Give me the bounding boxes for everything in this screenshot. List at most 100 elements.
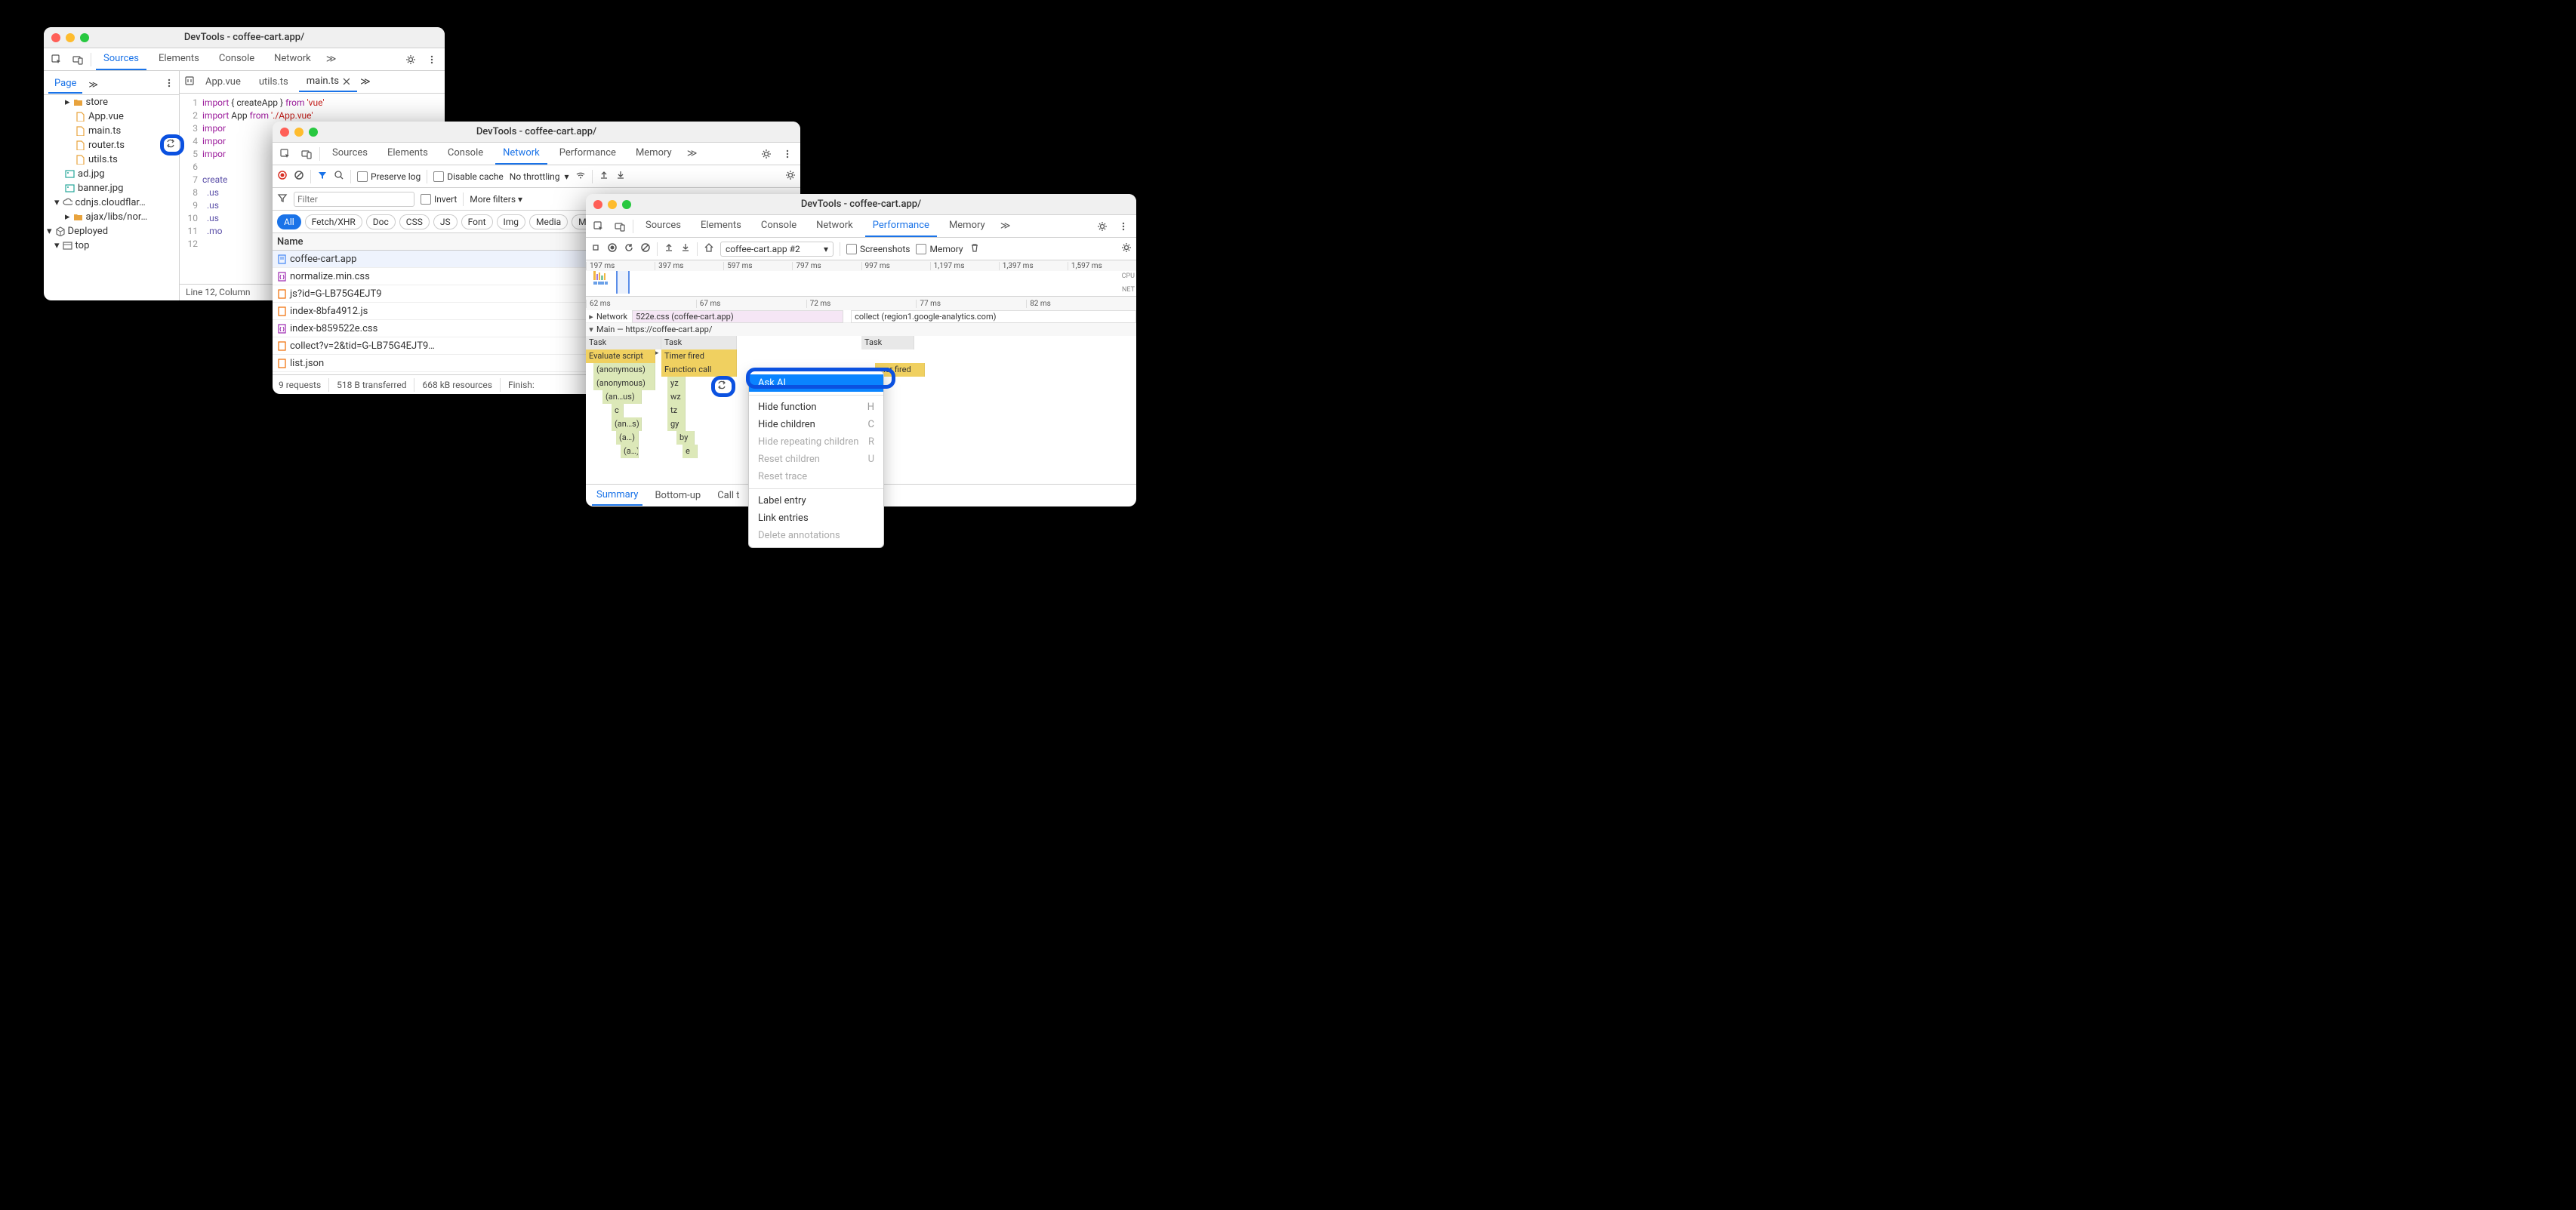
traffic-lights[interactable] <box>280 128 318 137</box>
tab-elements[interactable]: Elements <box>151 48 207 70</box>
flame-wz[interactable]: wz <box>667 390 686 404</box>
tab-sources[interactable]: Sources <box>96 48 146 70</box>
tree-file-router[interactable]: router.ts <box>44 138 179 152</box>
filter-icon[interactable] <box>277 192 288 205</box>
device-icon[interactable] <box>612 218 628 235</box>
more-tabs-icon[interactable]: ≫ <box>360 76 371 88</box>
tree-file-ad[interactable]: ad.jpg <box>44 167 179 181</box>
tab-sources[interactable]: Sources <box>638 215 689 237</box>
tree-file-utils[interactable]: utils.ts <box>44 152 179 167</box>
trash-icon[interactable] <box>969 242 980 255</box>
tree-file-app[interactable]: App.vue <box>44 109 179 124</box>
context-link-entries[interactable]: Link entries <box>749 510 883 527</box>
filter-icon[interactable] <box>317 170 328 183</box>
time-ruler[interactable]: 62 ms67 ms72 ms77 ms82 ms <box>586 297 1136 310</box>
chip-media[interactable]: Media <box>529 214 568 229</box>
more-tabs-icon[interactable]: ≫ <box>323 51 340 68</box>
chip-css[interactable]: CSS <box>399 214 430 229</box>
flame-a[interactable]: (a…) <box>621 445 639 458</box>
record-icon[interactable] <box>590 242 601 255</box>
tab-network[interactable]: Network <box>267 48 319 70</box>
inspect-icon[interactable] <box>277 146 294 162</box>
download-icon[interactable] <box>680 242 691 255</box>
flame-ans[interactable]: (an…s) <box>612 417 642 431</box>
maximize-icon[interactable] <box>622 200 631 209</box>
chip-img[interactable]: Img <box>497 214 526 229</box>
tab-performance[interactable]: Performance <box>552 143 624 165</box>
chip-js[interactable]: JS <box>433 214 458 229</box>
minimize-icon[interactable] <box>66 33 75 42</box>
download-icon[interactable] <box>615 170 626 183</box>
more-icon[interactable] <box>1115 218 1132 235</box>
sidebar-tab-page[interactable]: Page <box>48 75 82 94</box>
gear-icon[interactable] <box>1121 242 1132 255</box>
more-icon[interactable] <box>164 78 174 91</box>
titlebar[interactable]: DevTools - coffee-cart.app/ <box>586 194 1136 215</box>
inspect-icon[interactable] <box>590 218 607 235</box>
main-track-header[interactable]: ▾ Main — https://coffee-cart.app/ <box>586 323 1136 336</box>
titlebar[interactable]: DevTools - coffee-cart.app/ <box>44 27 445 48</box>
overview-minimap[interactable]: 197 ms397 ms597 ms797 ms997 ms1,197 ms1,… <box>586 260 1136 297</box>
upload-icon[interactable] <box>664 242 674 255</box>
device-icon[interactable] <box>298 146 315 162</box>
context-hide-children[interactable]: Hide childrenC <box>749 416 883 433</box>
more-icon[interactable] <box>779 146 796 162</box>
throttling-select[interactable]: No throttling ▾ <box>510 171 569 182</box>
record-dot-icon[interactable] <box>607 242 618 255</box>
flame-task[interactable]: Task <box>661 336 737 349</box>
tab-sources[interactable]: Sources <box>325 143 375 165</box>
tab-console[interactable]: Console <box>753 215 804 237</box>
maximize-icon[interactable] <box>80 33 89 42</box>
flame-anon-short[interactable]: (an…us) <box>602 390 642 404</box>
traffic-lights[interactable] <box>51 33 89 42</box>
perf-tab-summary[interactable]: Summary <box>592 485 642 506</box>
flame-yz[interactable]: yz <box>667 377 686 390</box>
more-tabs-icon[interactable]: ≫ <box>997 218 1014 235</box>
tree-folder-store[interactable]: ▸ store <box>44 95 179 109</box>
screenshots-checkbox[interactable]: Screenshots <box>846 244 910 254</box>
tree-folder-cdnjs[interactable]: ▾ cdnjs.cloudflar… <box>44 196 179 210</box>
tree-file-main[interactable]: main.ts <box>44 124 179 138</box>
toggle-navigator-icon[interactable] <box>184 75 195 89</box>
chip-font[interactable]: Font <box>461 214 493 229</box>
chip-doc[interactable]: Doc <box>366 214 396 229</box>
flame-function-call[interactable]: Function call <box>661 363 737 377</box>
home-icon[interactable] <box>704 242 714 255</box>
tab-elements[interactable]: Elements <box>693 215 749 237</box>
flame-timer-fired[interactable]: Timer fired <box>661 349 737 363</box>
tab-network[interactable]: Network <box>495 143 547 165</box>
context-hide-function[interactable]: Hide functionH <box>749 399 883 416</box>
chip-fetch[interactable]: Fetch/XHR <box>305 214 362 229</box>
network-request-collect[interactable]: collect (region1.google-analytics.com) <box>851 310 1136 323</box>
tab-console[interactable]: Console <box>440 143 491 165</box>
more-icon[interactable] <box>424 51 440 68</box>
file-tab-utils[interactable]: utils.ts <box>251 72 296 91</box>
flame-a[interactable]: (a…) <box>616 431 639 445</box>
flame-task[interactable]: Task <box>861 336 914 349</box>
flame-task[interactable]: Task <box>586 336 661 349</box>
tree-file-banner[interactable]: banner.jpg <box>44 181 179 196</box>
maximize-icon[interactable] <box>309 128 318 137</box>
wifi-icon[interactable] <box>575 170 586 183</box>
more-tabs-icon[interactable]: ≫ <box>88 79 98 90</box>
context-label-entry[interactable]: Label entry <box>749 492 883 510</box>
gear-icon[interactable] <box>402 51 419 68</box>
minimize-icon[interactable] <box>294 128 304 137</box>
more-tabs-icon[interactable]: ≫ <box>684 146 701 162</box>
invert-checkbox[interactable]: Invert <box>421 194 457 205</box>
file-tab-app[interactable]: App.vue <box>198 72 248 91</box>
close-icon[interactable] <box>51 33 60 42</box>
tab-network[interactable]: Network <box>809 215 861 237</box>
flame-gy[interactable]: gy <box>667 417 686 431</box>
close-icon[interactable] <box>280 128 289 137</box>
recording-select[interactable]: coffee-cart.app #2▾ <box>720 242 834 257</box>
flame-evaluate-script[interactable]: Evaluate script <box>586 349 655 363</box>
tab-elements[interactable]: Elements <box>380 143 436 165</box>
flame-by[interactable]: by <box>676 431 695 445</box>
tab-performance[interactable]: Performance <box>865 215 937 237</box>
reload-icon[interactable] <box>624 242 634 255</box>
gear-icon[interactable] <box>785 170 796 183</box>
gear-icon[interactable] <box>758 146 775 162</box>
flame-tz[interactable]: tz <box>667 404 686 417</box>
tab-memory[interactable]: Memory <box>941 215 993 237</box>
